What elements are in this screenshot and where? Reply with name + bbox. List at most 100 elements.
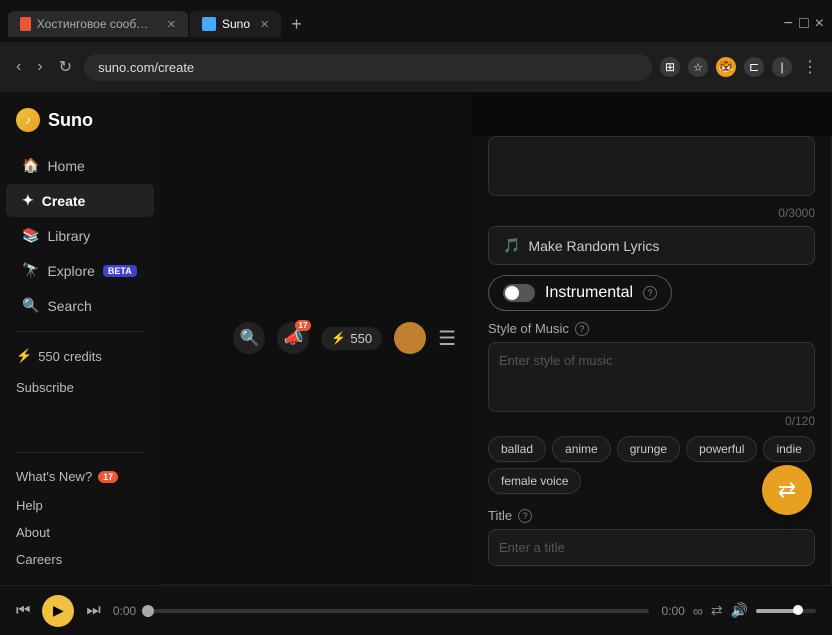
style-textarea[interactable]: [488, 342, 815, 412]
extension-icon[interactable]: 🐯: [716, 57, 736, 77]
sidebar-item-about[interactable]: About: [0, 519, 160, 546]
instrumental-toggle-row[interactable]: Instrumental ?: [488, 275, 672, 311]
home-icon: 🏠: [22, 157, 39, 174]
create-panel: 0/3000 🎵 Make Random Lyrics Instrumental…: [472, 136, 832, 585]
nav-icons: ⊞ ☆ 🐯 ⊏ | ⋮: [660, 57, 820, 77]
player-time-right: 0:00: [661, 604, 684, 618]
main-content: 🔍 📣 17 ⚡ 550 ☰ 0/3000 🎵 Make Random: [160, 92, 832, 585]
tab-label-hosting: Хостинговое сообщество «Tim...: [37, 17, 157, 31]
style-tag-grunge[interactable]: grunge: [617, 436, 680, 462]
profile-icon[interactable]: ⊏: [744, 57, 764, 77]
search-icon: 🔍: [22, 297, 39, 314]
volume-button[interactable]: 🔊: [731, 602, 748, 619]
player-time-left: 0:00: [113, 604, 136, 618]
style-label-text: Style of Music: [488, 321, 569, 336]
volume-fill: [756, 609, 798, 613]
lyrics-char-count: 0/3000: [488, 206, 815, 220]
sidebar-item-careers[interactable]: Careers: [0, 546, 160, 573]
logo-icon: ♪: [16, 108, 40, 132]
whats-new-label: What's New?: [16, 469, 92, 484]
sidebar-divider: [16, 331, 144, 332]
notifications-button[interactable]: 📣 17: [277, 322, 309, 354]
window-buttons: − □ ×: [784, 15, 824, 33]
lock-icon[interactable]: |: [772, 57, 792, 77]
create-icon: ✦: [22, 192, 34, 209]
sidebar-divider-2: [16, 452, 144, 453]
volume-bar[interactable]: [756, 609, 816, 613]
sidebar-item-library[interactable]: 📚 Library: [6, 219, 154, 252]
sidebar-label-home: Home: [47, 158, 84, 174]
loop-button[interactable]: ∞: [693, 603, 703, 619]
style-tag-powerful[interactable]: powerful: [686, 436, 757, 462]
forward-button[interactable]: ›: [33, 54, 46, 80]
shuffle-button[interactable]: ⇄: [711, 602, 723, 619]
credits-amount: 550: [350, 331, 372, 346]
url-bar[interactable]: [84, 54, 652, 81]
style-tag-anime[interactable]: anime: [552, 436, 611, 462]
prev-button[interactable]: ⏮: [16, 602, 30, 620]
create-scroll-area[interactable]: 0/3000 🎵 Make Random Lyrics Instrumental…: [472, 136, 831, 585]
sidebar-item-create[interactable]: ✦ Create: [6, 184, 154, 217]
style-row: [488, 342, 815, 412]
tab-suno[interactable]: Suno ✕: [190, 11, 281, 37]
app-menu-button[interactable]: ☰: [438, 326, 456, 351]
sidebar-label-explore: Explore: [47, 263, 94, 279]
logo-text: Suno: [48, 110, 93, 131]
sidebar-item-explore[interactable]: 🔭 Explore BETA: [6, 254, 154, 287]
tab-bar: Хостинговое сообщество «Tim... ✕ Suno ✕ …: [0, 0, 832, 42]
browser-menu-icon[interactable]: ⋮: [800, 57, 820, 77]
tab-close-suno[interactable]: ✕: [260, 18, 269, 31]
style-tag-ballad[interactable]: ballad: [488, 436, 546, 462]
minimize-button[interactable]: −: [784, 15, 793, 33]
style-info-icon[interactable]: ?: [575, 322, 589, 336]
app-header: 🔍 📣 17 ⚡ 550 ☰: [160, 92, 472, 585]
instrumental-toggle[interactable]: [503, 284, 535, 302]
user-avatar[interactable]: [394, 322, 426, 354]
tab-label-suno: Suno: [222, 17, 250, 31]
fab-button[interactable]: ⇄: [762, 465, 812, 515]
style-tag-female-voice[interactable]: female voice: [488, 468, 581, 494]
refresh-button[interactable]: ↻: [55, 53, 76, 81]
instrumental-info-icon[interactable]: ?: [643, 286, 657, 300]
tab-hosting[interactable]: Хостинговое сообщество «Tim... ✕: [8, 11, 188, 37]
tab-icon-suno: [202, 17, 216, 31]
title-label-text: Title: [488, 508, 512, 523]
new-tab-button[interactable]: +: [283, 10, 310, 39]
credits-display[interactable]: ⚡ 550: [321, 327, 382, 350]
play-button[interactable]: ▶: [42, 595, 74, 627]
next-button[interactable]: ⏭: [86, 602, 100, 620]
library-icon: 📚: [22, 227, 39, 244]
whats-new-badge: 17: [98, 471, 118, 483]
player-bar: ⏮ ▶ ⏭ 0:00 0:00 ∞ ⇄ 🔊: [0, 585, 832, 635]
credits-icon: ⚡: [16, 348, 32, 364]
style-of-music-label: Style of Music ?: [488, 321, 815, 336]
music-note-icon: 🎵: [503, 237, 520, 254]
style-char-count: 0/120: [488, 414, 815, 428]
sidebar-item-home[interactable]: 🏠 Home: [6, 149, 154, 182]
title-input[interactable]: [488, 529, 815, 566]
player-right-controls: 0:00 ∞ ⇄ 🔊: [661, 602, 816, 619]
search-button[interactable]: 🔍: [233, 322, 265, 354]
bookmark-icon[interactable]: ☆: [688, 57, 708, 77]
sidebar-label-search: Search: [47, 298, 91, 314]
progress-bar[interactable]: [148, 609, 649, 613]
toggle-knob: [505, 286, 519, 300]
tab-icon-hosting: [20, 17, 31, 31]
credits-text: 550 credits: [38, 349, 102, 364]
sidebar-subscribe[interactable]: Subscribe: [0, 372, 160, 403]
make-random-lyrics-button[interactable]: 🎵 Make Random Lyrics: [488, 226, 815, 265]
close-button[interactable]: ×: [815, 15, 824, 33]
sidebar-label-library: Library: [47, 228, 90, 244]
style-tag-indie[interactable]: indie: [763, 436, 814, 462]
sidebar-bottom: What's New? 17 Help About Careers: [0, 444, 160, 573]
sidebar-item-help[interactable]: Help: [0, 492, 160, 519]
lyrics-textarea[interactable]: [488, 136, 815, 196]
sidebar-item-search[interactable]: 🔍 Search: [6, 289, 154, 322]
tab-close-hosting[interactable]: ✕: [167, 18, 176, 31]
title-info-icon[interactable]: ?: [518, 509, 532, 523]
instrumental-label: Instrumental: [545, 284, 633, 302]
back-button[interactable]: ‹: [12, 54, 25, 80]
translate-icon[interactable]: ⊞: [660, 57, 680, 77]
maximize-button[interactable]: □: [799, 15, 809, 33]
sidebar-whats-new[interactable]: What's New? 17: [0, 461, 160, 492]
